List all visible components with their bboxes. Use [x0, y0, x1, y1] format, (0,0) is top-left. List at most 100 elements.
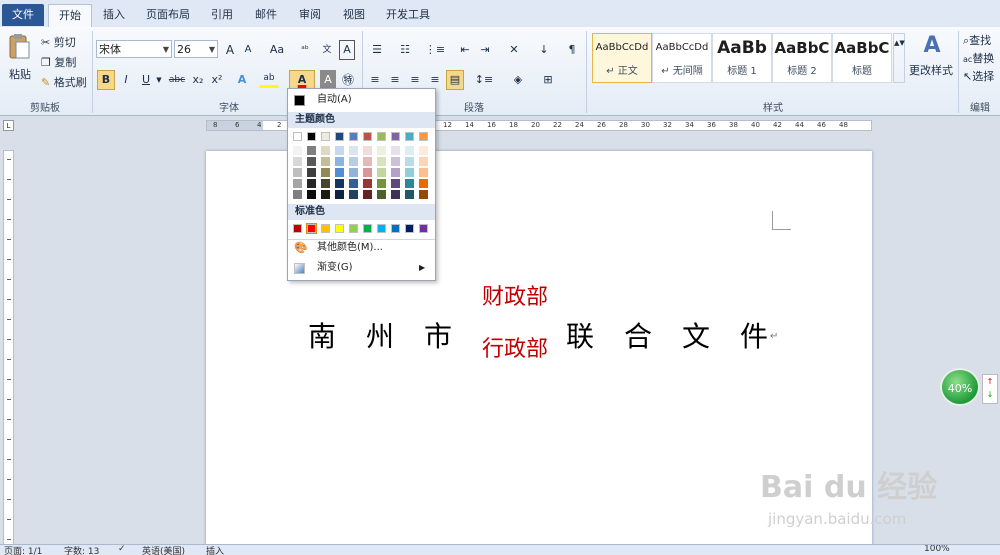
page-count[interactable]: 页面: 1/1 — [4, 545, 42, 555]
paste-icon[interactable] — [6, 33, 32, 61]
theme-tint-swatch[interactable] — [391, 179, 400, 188]
align-left-icon[interactable]: ≡ — [366, 70, 384, 90]
tab-references[interactable]: 引用 — [204, 4, 240, 26]
theme-tint-swatch[interactable] — [349, 168, 358, 177]
multilevel-list-icon[interactable]: ⋮≡ — [422, 40, 448, 60]
theme-tint-swatch[interactable] — [377, 190, 386, 199]
line-spacing-icon[interactable]: ↕≡ — [472, 70, 496, 90]
theme-tint-swatch[interactable] — [307, 146, 316, 155]
theme-tint-swatch[interactable] — [419, 179, 428, 188]
styles-scroll[interactable]: ▲▼ — [893, 33, 905, 83]
theme-tint-swatch[interactable] — [419, 146, 428, 155]
distributed-icon[interactable]: ▤ — [446, 70, 464, 90]
theme-tint-swatch[interactable] — [419, 168, 428, 177]
style-no-spacing[interactable]: AaBbCcDd ↵ 无间隔 — [652, 33, 712, 83]
strikethrough-button[interactable]: abc — [166, 70, 188, 90]
theme-tint-swatch[interactable] — [405, 168, 414, 177]
sort-icon[interactable]: ↓ — [534, 40, 554, 60]
standard-color-swatch[interactable] — [363, 224, 372, 233]
change-styles-icon[interactable]: A — [918, 33, 946, 58]
text-effects-icon[interactable]: A — [233, 70, 251, 90]
font-name-combo[interactable]: 宋体 ▼ — [96, 40, 172, 58]
theme-color-swatch[interactable] — [419, 132, 428, 141]
theme-tint-swatch[interactable] — [419, 157, 428, 166]
show-marks-icon[interactable]: ¶ — [564, 40, 580, 60]
theme-tint-swatch[interactable] — [405, 190, 414, 199]
theme-tint-swatch[interactable] — [405, 157, 414, 166]
format-painter-button[interactable]: ✎ 格式刷 — [40, 73, 90, 93]
theme-tint-swatch[interactable] — [307, 190, 316, 199]
char-shading-icon[interactable]: A — [320, 70, 336, 90]
grow-font-button[interactable]: A — [221, 40, 239, 60]
theme-tint-swatch[interactable] — [377, 157, 386, 166]
change-case-button[interactable]: Aa — [265, 40, 289, 60]
theme-tint-swatch[interactable] — [335, 157, 344, 166]
enclose-char-icon[interactable]: ㊕ — [339, 70, 357, 90]
theme-tint-swatch[interactable] — [335, 168, 344, 177]
standard-color-swatch[interactable] — [293, 224, 302, 233]
theme-tint-swatch[interactable] — [307, 157, 316, 166]
theme-color-swatch[interactable] — [293, 132, 302, 141]
word-count[interactable]: 字数: 13 — [64, 545, 99, 555]
theme-tint-swatch[interactable] — [293, 146, 302, 155]
tab-stop-selector[interactable]: L — [3, 120, 14, 131]
borders-icon[interactable]: ⊞ — [536, 70, 560, 90]
theme-tint-swatch[interactable] — [293, 168, 302, 177]
style-heading-1[interactable]: AaBb 标题 1 — [712, 33, 772, 83]
language[interactable]: 英语(美国) — [142, 545, 185, 555]
increase-indent-icon[interactable]: ⇥ — [476, 40, 494, 60]
insert-mode[interactable]: 插入 — [206, 545, 224, 555]
theme-tint-swatch[interactable] — [307, 168, 316, 177]
theme-tint-swatch[interactable] — [349, 157, 358, 166]
theme-tint-swatch[interactable] — [293, 157, 302, 166]
tab-review[interactable]: 审阅 — [292, 4, 328, 26]
superscript-button[interactable]: x² — [208, 70, 226, 90]
standard-color-swatch[interactable] — [306, 223, 317, 234]
theme-tint-swatch[interactable] — [377, 168, 386, 177]
theme-tint-swatch[interactable] — [321, 168, 330, 177]
italic-button[interactable]: I — [117, 70, 135, 90]
theme-tint-swatch[interactable] — [391, 146, 400, 155]
font-size-combo[interactable]: 26 ▼ — [174, 40, 218, 58]
justify-icon[interactable]: ≡ — [426, 70, 444, 90]
color-auto-item[interactable]: 自动(A) — [289, 91, 434, 109]
standard-color-swatch[interactable] — [377, 224, 386, 233]
theme-tint-swatch[interactable] — [335, 179, 344, 188]
theme-tint-swatch[interactable] — [349, 146, 358, 155]
theme-color-swatch[interactable] — [349, 132, 358, 141]
standard-color-swatch[interactable] — [335, 224, 344, 233]
decrease-indent-icon[interactable]: ⇤ — [456, 40, 474, 60]
theme-tint-swatch[interactable] — [419, 190, 428, 199]
style-normal[interactable]: AaBbCcDd ↵ 正文 — [592, 33, 652, 83]
bullets-icon[interactable]: ☰ — [366, 40, 388, 60]
theme-tint-swatch[interactable] — [293, 179, 302, 188]
zoom-badge[interactable]: 40% — [940, 368, 980, 406]
style-heading-2[interactable]: AaBbC 标题 2 — [772, 33, 832, 83]
theme-color-swatch[interactable] — [377, 132, 386, 141]
zoom-level[interactable]: 100% — [924, 545, 950, 554]
theme-color-swatch[interactable] — [307, 132, 316, 141]
theme-color-swatch[interactable] — [363, 132, 372, 141]
chinese-layout-icon[interactable]: ✕ — [502, 40, 526, 60]
copy-button[interactable]: ❐ 复制 — [40, 53, 84, 73]
theme-tint-swatch[interactable] — [335, 146, 344, 155]
standard-color-swatch[interactable] — [405, 224, 414, 233]
shrink-font-button[interactable]: A — [239, 40, 257, 60]
tab-view[interactable]: 视图 — [336, 4, 372, 26]
theme-tint-swatch[interactable] — [335, 190, 344, 199]
font-color-button[interactable]: A — [289, 70, 315, 90]
vertical-ruler[interactable] — [3, 150, 14, 550]
tab-developer[interactable]: 开发工具 — [380, 4, 436, 26]
clear-format-icon[interactable]: ᵃᵇ — [296, 40, 314, 60]
theme-tint-swatch[interactable] — [391, 190, 400, 199]
subscript-button[interactable]: x₂ — [189, 70, 207, 90]
phonetic-guide-icon[interactable]: 文 — [318, 40, 336, 60]
change-styles-button[interactable]: 更改样式 — [906, 61, 956, 81]
shading-icon[interactable]: ◈ — [506, 70, 530, 90]
select-button[interactable]: ↖选择 — [962, 67, 1000, 87]
theme-tint-swatch[interactable] — [405, 179, 414, 188]
standard-color-swatch[interactable] — [419, 224, 428, 233]
theme-tint-swatch[interactable] — [363, 190, 372, 199]
theme-color-swatch[interactable] — [335, 132, 344, 141]
theme-tint-swatch[interactable] — [349, 190, 358, 199]
